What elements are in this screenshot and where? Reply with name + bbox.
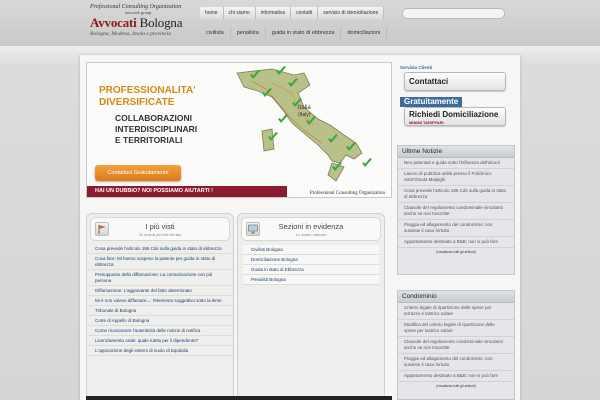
featured-sections-subtitle: Le nostre rubriche [295,233,327,237]
featured-sections-header: Sezioni in evidenza Le nostre rubriche [241,217,381,241]
most-viewed-item[interactable]: Corte di Appello di Bologna [87,316,233,326]
hero-title-line2: DIVERSIFICATE [99,97,175,108]
service-label: Servizio Clienti [400,65,433,70]
hero-subtitle: COLLABORAZIONI INTERDISCIPLINARI E TERRI… [115,113,197,146]
news-item[interactable]: Appartamento destinato a B&B: non si può… [398,237,514,248]
nav-informativa[interactable]: informativa [256,7,292,19]
most-viewed-item[interactable]: Come riconoscere l'autenticità delle not… [87,326,233,336]
featured-section-item[interactable]: Penalisti Bologna [243,275,379,285]
hero-banner: Italia (Italy) PROFESSIONALITA' DIVERSIF… [86,62,392,198]
hero-title-line1: PROFESSIONALITA' [99,85,196,96]
most-viewed-panel: I più visti Gli articoli più letti del s… [86,213,234,400]
most-viewed-item[interactable]: L'opposizione degli esterni di nuolo di … [87,346,233,356]
featured-sections-panel: Sezioni in evidenza Le nostre rubriche C… [237,213,385,400]
contact-button-label: Contattaci [409,77,449,86]
nav-domiciliazione[interactable]: servizio di domiciliazione [318,7,385,19]
condominio-item[interactable]: Criterio legale di ripartizione delle sp… [398,303,514,320]
contact-button[interactable]: Contattaci [404,72,506,91]
logo-subtitle: Bologna, Modena, Imola e provincia [90,31,172,37]
hero-sub-line3: E TERRITORIALI [115,135,183,145]
hero-org-text: Professional Consulting Organization [309,191,385,196]
featured-section-item[interactable]: Guida in stato di Ebbrezza [243,265,379,275]
condominio-item[interactable]: Pioggia ed allagamento del condominio: n… [398,354,514,371]
featured-section-item[interactable]: Domiciliazione Bologna [243,255,379,265]
italy-map: Italia (Italy) [236,66,372,182]
logo-brand-b: Bologna [139,15,183,30]
featured-sections-title: Sezioni in evidenza [278,222,344,231]
most-viewed-item[interactable]: Tribunale di Bologna [87,306,233,316]
domicile-button-label: Richiedi Domiciliazione [409,110,499,119]
free-badge: Gratuitamente [400,97,463,107]
map-label-italia: Italia [298,105,311,111]
search-input[interactable] [402,8,505,19]
contact-free-button[interactable]: Contattaci Gratuitamente [95,165,181,181]
domicile-button-sub: MINIMI TARIFFARI [409,120,444,125]
most-viewed-item[interactable]: Diffamazione: L'aggravante del fatto det… [87,286,233,296]
subnav-ebbrezza[interactable]: guida in stato di ebbrezza [266,27,342,39]
logo-brand: Avvocati Bologna [90,15,190,31]
top-nav: home chi siamo informativa contatti serv… [200,7,385,19]
most-viewed-item[interactable]: Mi è non volevo diffamare...: l'elemento… [87,296,233,306]
hero-sub-line1: COLLABORAZIONI [115,113,192,123]
most-viewed-item[interactable]: Presupposto della diffamazione: La comun… [87,270,233,286]
most-viewed-title: I più visti [145,222,175,231]
nav-home[interactable]: home [200,7,224,19]
condominio-item[interactable]: Clausole del regolamento condominiale vi… [398,337,514,354]
condominio-box: Condominio Criterio legale di ripartizio… [397,290,515,400]
map-label-italy: (Italy) [298,112,311,118]
header: Professional Consulting Organization net… [0,0,600,46]
news-item[interactable]: Neo patentati e guida sotto l'influenza … [398,158,514,169]
hero-bottom-bar: HAI UN DUBBIO? NOI POSSIAMO AIUTARTI ! [87,186,287,197]
featured-sections-list: Civilisti Bologna Domiciliazione Bologna… [243,245,379,285]
featured-section-item[interactable]: Civilisti Bologna [243,245,379,255]
logo-brand-a: Avvocati [90,15,137,30]
nav-contatti[interactable]: contatti [291,7,319,19]
subnav-domiciliazioni[interactable]: domiciliazioni [341,27,388,39]
news-item[interactable]: Lavoro di pubblica utilità presso il Pol… [398,169,514,186]
site-logo[interactable]: Professional Consulting Organization net… [90,4,190,42]
view-all-news-link[interactable]: (visualizza tutti gli articoli) [398,248,514,256]
domicile-request-button[interactable]: Richiedi Domiciliazione MINIMI TARIFFARI [404,107,506,126]
nav-chi-siamo[interactable]: chi siamo [224,7,256,19]
subnav-civilista[interactable]: civilista [200,27,231,39]
most-viewed-item[interactable]: Licenziamento orale: quale tutela per il… [87,336,233,346]
latest-news-box: Ultime Notizie Neo patentati e guida sot… [397,145,515,275]
most-viewed-header: I più visti Gli articoli più letti del s… [90,217,230,241]
bottom-bar [86,396,392,400]
condominio-item[interactable]: Appartamento destinato a B&B: non si può… [398,371,514,382]
news-item[interactable]: Cosa prevede l'articolo 186 Cds sulla gu… [398,186,514,203]
news-item[interactable]: Pioggia ed allagamento del condominio: n… [398,220,514,237]
view-all-condominio-link[interactable]: (visualizza tutti gli articoli) [398,382,514,390]
most-viewed-item[interactable]: Cosa prevede l'articolo 186 Cds sulla gu… [87,244,233,254]
condominio-item[interactable]: Modifica del criterio legale di ripartiz… [398,320,514,337]
hero-sub-line2: INTERDISCIPLINARI [115,124,198,134]
latest-news-title: Ultime Notizie [398,146,514,158]
most-viewed-item[interactable]: Cosa fare: Mi hanno sospeso la patente p… [87,254,233,270]
subnav-penalista[interactable]: penalista [231,27,266,39]
sub-nav: civilista penalista guida in stato di eb… [200,27,388,39]
news-item[interactable]: Clausole del regolamento condominiale vi… [398,203,514,220]
condominio-title: Condominio [398,291,514,303]
most-viewed-subtitle: Gli articoli più letti del sito [138,233,182,237]
